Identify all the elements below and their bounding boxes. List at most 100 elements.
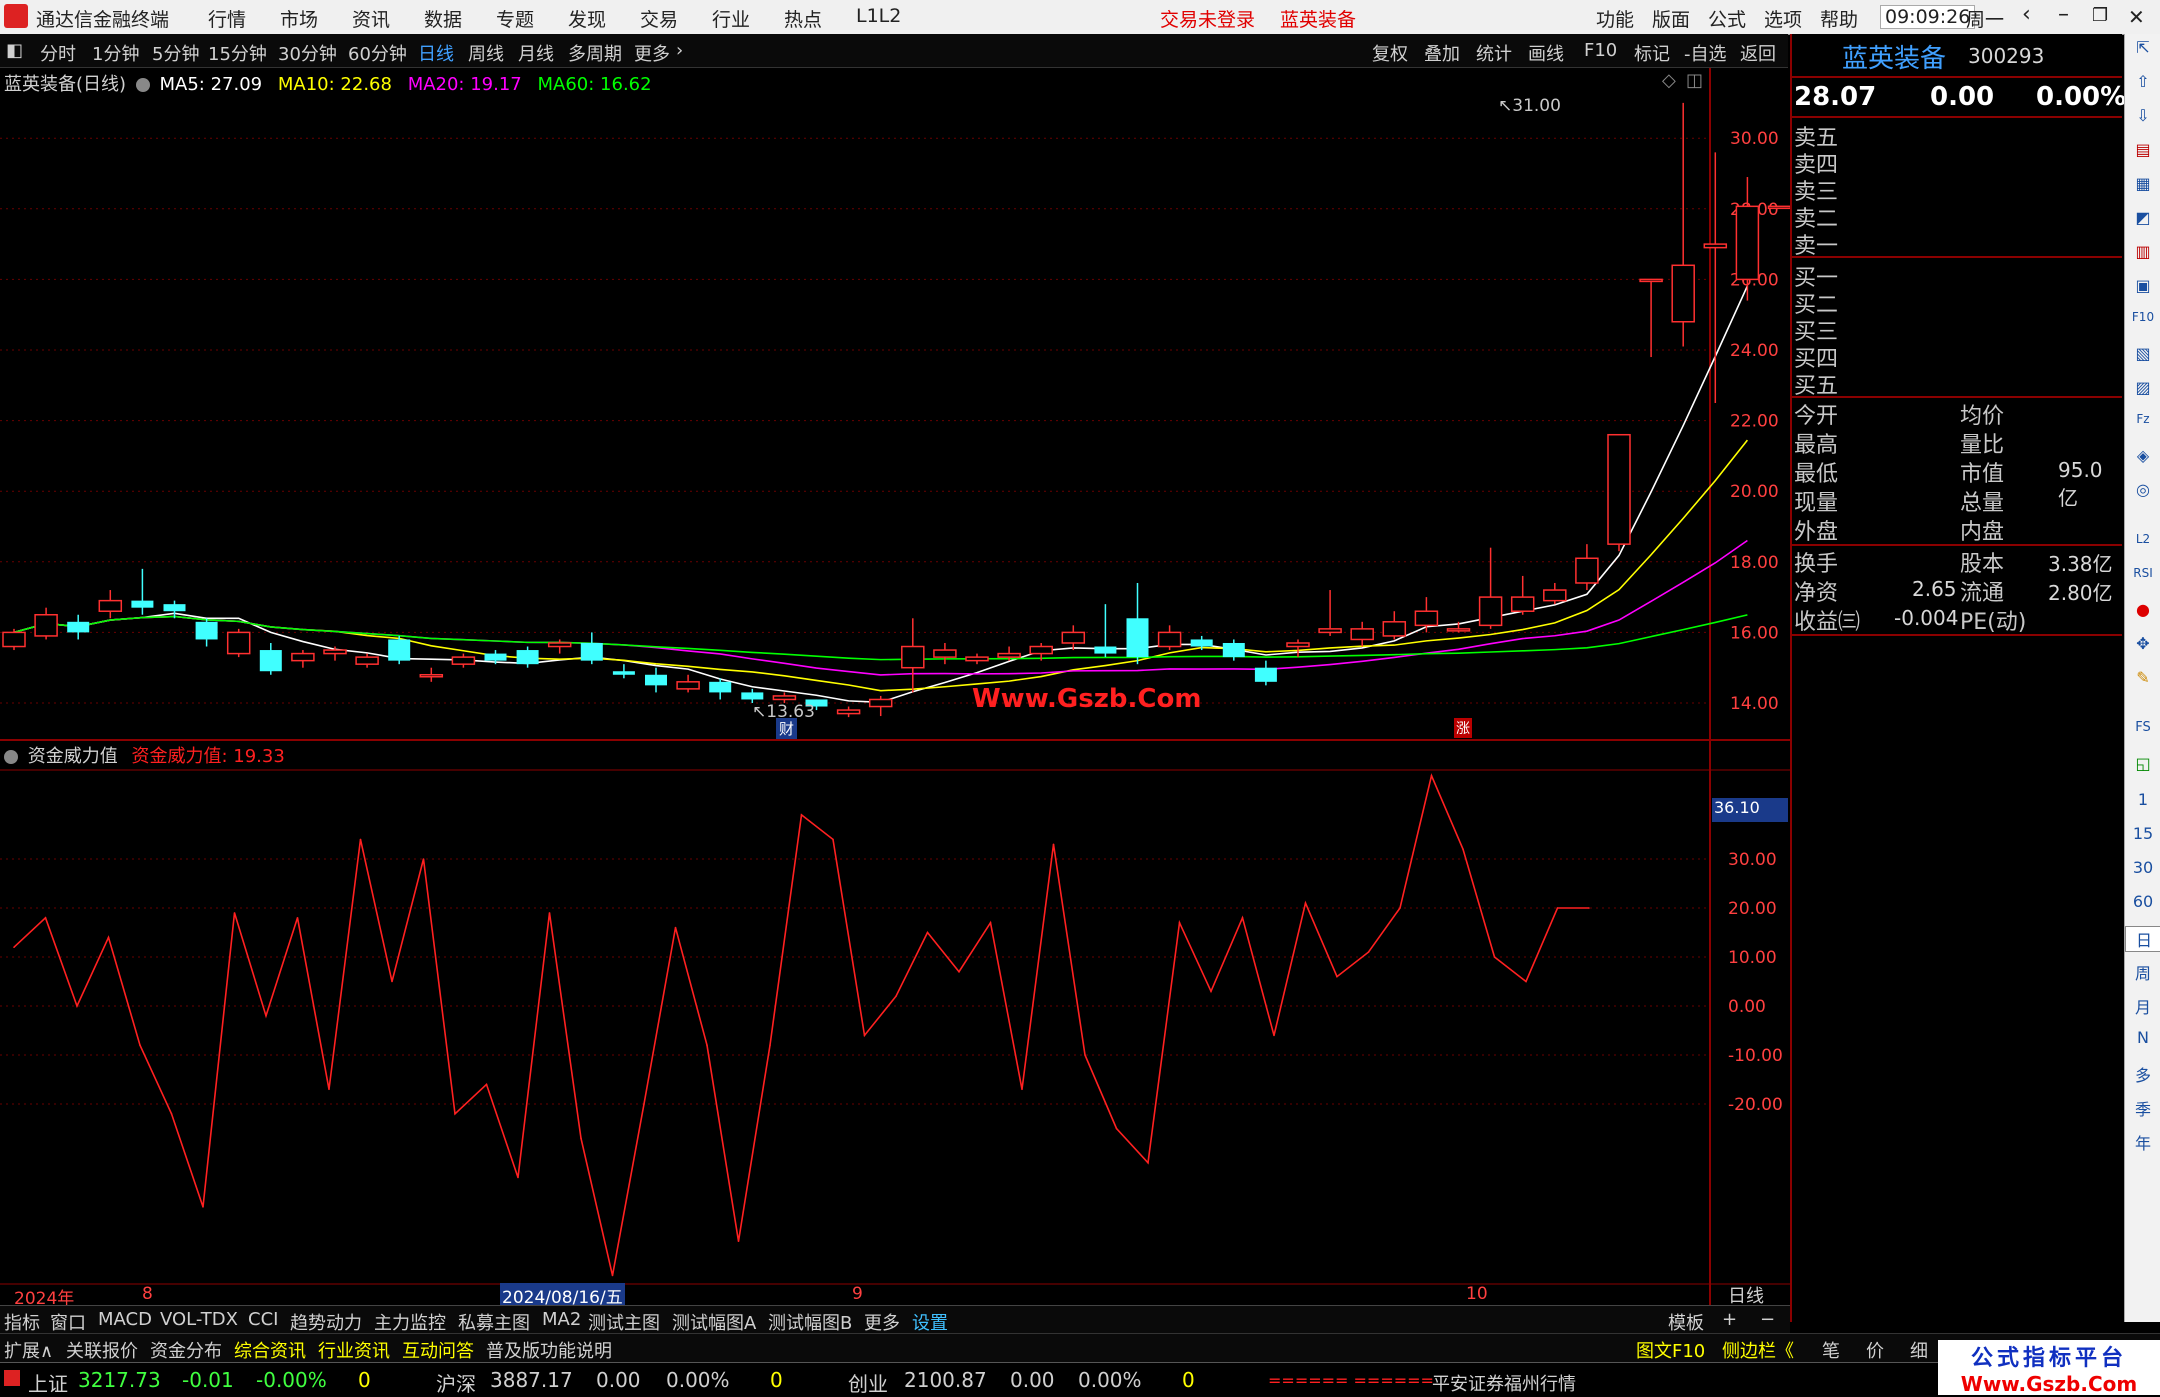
panel-toggle-icon[interactable]: ◧ bbox=[6, 40, 23, 61]
period-5min[interactable]: 5分钟 bbox=[152, 40, 199, 66]
chart-area[interactable]: 30.0028.0026.0024.0022.0020.0018.0016.00… bbox=[0, 68, 1790, 1305]
template-button[interactable]: 模板 bbox=[1668, 1309, 1704, 1335]
ext-expand[interactable]: 扩展∧ bbox=[4, 1337, 53, 1363]
move-icon[interactable]: ✥ bbox=[2125, 634, 2160, 653]
period-1min[interactable]: 1分钟 bbox=[92, 40, 139, 66]
menu-shichang[interactable]: 市场 bbox=[280, 5, 318, 32]
menu-hangqing[interactable]: 行情 bbox=[208, 5, 246, 32]
period-monthly[interactable]: 月线 bbox=[518, 40, 554, 66]
up-arrow-icon[interactable]: ⇧ bbox=[2125, 72, 2160, 91]
candle-icon[interactable]: ▥ bbox=[2125, 242, 2160, 261]
menu-redian[interactable]: 热点 bbox=[784, 5, 822, 32]
strip-month[interactable]: 月 bbox=[2125, 994, 2160, 1018]
menu-banmian[interactable]: 版面 bbox=[1652, 5, 1690, 32]
trade-login-status[interactable]: 交易未登录 bbox=[1160, 5, 1255, 32]
menu-l1l2[interactable]: L1L2 bbox=[856, 5, 901, 27]
indicator-toggle-icon[interactable] bbox=[4, 750, 18, 764]
level2-icon[interactable]: L2 bbox=[2125, 532, 2160, 546]
tab-macd[interactable]: MACD bbox=[98, 1309, 152, 1330]
tool-huaxian[interactable]: 画线 bbox=[1528, 40, 1564, 66]
menu-gongneng[interactable]: 功能 bbox=[1596, 5, 1634, 32]
menu-jiaoyi[interactable]: 交易 bbox=[640, 5, 678, 32]
period-15min[interactable]: 15分钟 bbox=[208, 40, 267, 66]
menu-hangye[interactable]: 行业 bbox=[712, 5, 750, 32]
ext-fund-dist[interactable]: 资金分布 bbox=[150, 1337, 222, 1363]
back-icon[interactable]: ‹ bbox=[2022, 2, 2031, 27]
tool-fanhui[interactable]: 返回 bbox=[1740, 40, 1776, 66]
period-fenshi[interactable]: 分时 bbox=[40, 40, 76, 66]
strip-year[interactable]: 年 bbox=[2125, 1130, 2160, 1154]
financial-report-badge[interactable]: 财 bbox=[776, 718, 798, 739]
strip-quarter[interactable]: 季 bbox=[2125, 1096, 2160, 1120]
ext-xi[interactable]: 细 bbox=[1910, 1337, 1928, 1363]
chart-switch-icon[interactable]: ◱ bbox=[2125, 754, 2160, 773]
collapse-icon[interactable]: ⇱ bbox=[2125, 38, 2160, 57]
close-icon[interactable]: ✕ bbox=[2128, 5, 2145, 29]
strip-week[interactable]: 周 bbox=[2125, 960, 2160, 984]
ext-sidebar-toggle[interactable]: 侧边栏《 bbox=[1722, 1337, 1794, 1363]
period-daily[interactable]: 日线 bbox=[418, 40, 454, 66]
news-icon[interactable]: ▣ bbox=[2125, 276, 2160, 295]
menu-faxian[interactable]: 发现 bbox=[568, 5, 606, 32]
f10-icon[interactable]: F10 bbox=[2125, 310, 2160, 324]
ext-qa[interactable]: 互动问答 bbox=[402, 1337, 474, 1363]
fz-icon[interactable]: Fz bbox=[2125, 412, 2160, 426]
strip-multi[interactable]: 多 bbox=[2125, 1062, 2160, 1086]
broker-name[interactable]: 平安证券福州行情 bbox=[1432, 1370, 1576, 1396]
quote-icon[interactable]: ▤ bbox=[2125, 140, 2160, 159]
f10-alt-icon[interactable]: ▨ bbox=[2125, 378, 2160, 397]
menu-zhuanti[interactable]: 专题 bbox=[496, 5, 534, 32]
tab-test-main[interactable]: 测试主图 bbox=[588, 1309, 660, 1335]
chevron-right-icon[interactable]: › bbox=[676, 40, 683, 61]
period-60min[interactable]: 60分钟 bbox=[348, 40, 407, 66]
tool-diejia[interactable]: 叠加 bbox=[1424, 40, 1460, 66]
tool-biaoji[interactable]: 标记 bbox=[1634, 40, 1670, 66]
tab-ma2[interactable]: MA2 bbox=[542, 1309, 581, 1330]
analysis-icon[interactable]: ◈ bbox=[2125, 446, 2160, 465]
period-multi[interactable]: 多周期 bbox=[568, 40, 622, 66]
period-more[interactable]: 更多 bbox=[634, 40, 670, 66]
line-chart-icon[interactable]: ◩ bbox=[2125, 208, 2160, 227]
add-pane-button[interactable]: + bbox=[1722, 1309, 1737, 1330]
tab-chuangkou[interactable]: 窗口 bbox=[50, 1309, 86, 1335]
menu-gongshi[interactable]: 公式 bbox=[1708, 5, 1746, 32]
ext-general-news[interactable]: 综合资讯 bbox=[234, 1337, 306, 1363]
strip-15min[interactable]: 15 bbox=[2125, 824, 2160, 843]
tab-cci[interactable]: CCI bbox=[248, 1309, 278, 1330]
indicator-name[interactable]: 资金威力值 bbox=[28, 746, 118, 767]
restore-icon[interactable]: ❐ bbox=[2092, 5, 2108, 26]
tool-fuquan[interactable]: 复权 bbox=[1372, 40, 1408, 66]
strip-60min[interactable]: 60 bbox=[2125, 892, 2160, 911]
tab-settings[interactable]: 设置 bbox=[912, 1309, 948, 1335]
menu-zixun[interactable]: 资讯 bbox=[352, 5, 390, 32]
tab-private-main[interactable]: 私募主图 bbox=[458, 1309, 530, 1335]
strip-day[interactable]: 日 bbox=[2125, 926, 2160, 952]
strip-fs[interactable]: FS bbox=[2125, 720, 2160, 735]
down-arrow-icon[interactable]: ⇩ bbox=[2125, 106, 2160, 125]
legend-toggle-icon[interactable] bbox=[135, 78, 150, 92]
minimize-icon[interactable]: – bbox=[2058, 2, 2069, 27]
menu-xuanxiang[interactable]: 选项 bbox=[1764, 5, 1802, 32]
tab-test-sub-b[interactable]: 测试幅图B bbox=[768, 1309, 852, 1335]
list-icon[interactable]: ▧ bbox=[2125, 344, 2160, 363]
ext-help[interactable]: 普及版功能说明 bbox=[486, 1337, 612, 1363]
limit-up-badge[interactable]: 涨 bbox=[1454, 718, 1472, 738]
tool-zixuan[interactable]: -自选 bbox=[1684, 40, 1727, 66]
window-icon[interactable]: ◫ bbox=[1686, 70, 1703, 91]
hs-index-name[interactable]: 沪深 bbox=[436, 1368, 476, 1397]
strip-n[interactable]: N bbox=[2125, 1028, 2160, 1047]
sh-index-name[interactable]: 上证 bbox=[28, 1368, 68, 1397]
diamond-icon[interactable]: ◇ bbox=[1662, 70, 1676, 91]
period-weekly[interactable]: 周线 bbox=[468, 40, 504, 66]
cy-index-name[interactable]: 创业 bbox=[848, 1368, 888, 1397]
ext-industry-news[interactable]: 行业资讯 bbox=[318, 1337, 390, 1363]
red-icon[interactable]: ● bbox=[2125, 600, 2160, 619]
strip-30min[interactable]: 30 bbox=[2125, 858, 2160, 877]
ext-bi[interactable]: 笔 bbox=[1822, 1337, 1840, 1363]
tab-more[interactable]: 更多 bbox=[864, 1309, 900, 1335]
period-30min[interactable]: 30分钟 bbox=[278, 40, 337, 66]
ext-f10-graphic[interactable]: 图文F10 bbox=[1636, 1337, 1705, 1363]
tab-main-monitor[interactable]: 主力监控 bbox=[374, 1309, 446, 1335]
circle-icon[interactable]: ◎ bbox=[2125, 480, 2160, 499]
tab-trend-power[interactable]: 趋势动力 bbox=[290, 1309, 362, 1335]
